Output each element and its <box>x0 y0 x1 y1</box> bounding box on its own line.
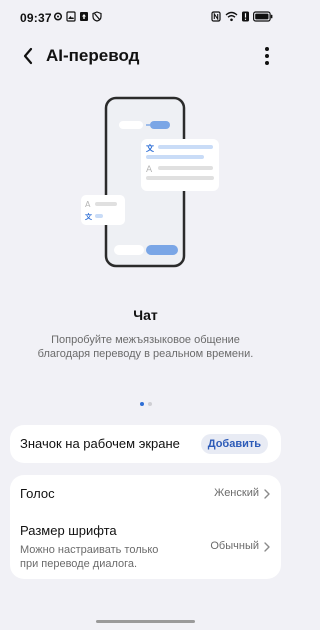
chat-illustration: 文 A A 文 <box>81 96 219 268</box>
voice-label: Голос <box>20 486 55 501</box>
status-bar: 09:37 <box>0 0 291 36</box>
page-dot-active[interactable] <box>139 402 144 406</box>
font-size-sublabel-line1: Можно настраивать только <box>20 544 159 556</box>
alert-icon <box>242 11 249 22</box>
letter-a-icon: A <box>146 165 153 175</box>
chevron-right-icon <box>264 489 270 499</box>
letter-a-small-icon: A <box>85 200 91 209</box>
top-app-bar: AI-перевод <box>0 36 291 76</box>
back-arrow-icon <box>23 47 33 65</box>
shield-icon <box>92 11 102 22</box>
home-screen-shortcut-card: Значок на рабочем экране Добавить <box>10 425 281 463</box>
font-size-sublabel-line2: при переводе диалога. <box>20 558 138 570</box>
battery-icon <box>253 11 273 22</box>
font-size-setting-row[interactable]: Размер шрифта Можно настраивать только п… <box>10 513 281 579</box>
status-right-icons <box>211 11 273 22</box>
feature-title: Чат <box>133 307 158 323</box>
voice-setting-row[interactable]: Голос Женский <box>10 475 281 513</box>
status-time: 09:37 <box>20 11 52 25</box>
font-size-label: Размер шрифта <box>20 523 117 538</box>
app-screen: 09:37 AI-перевод 文 A A 文 Чат Попробуйте … <box>0 0 291 630</box>
page-indicator[interactable] <box>0 402 291 406</box>
translate-glyph-small-icon: 文 <box>85 212 93 221</box>
more-options-button[interactable] <box>257 44 277 68</box>
image-icon <box>66 11 76 22</box>
feature-description: Попробуйте межъязыковое общение благодар… <box>37 334 254 360</box>
more-vert-icon <box>265 47 269 65</box>
chevron-right-icon <box>264 542 270 552</box>
wifi-icon <box>225 11 238 22</box>
status-left-icons <box>53 11 102 22</box>
shortcut-label: Значок на рабочем экране <box>20 436 180 451</box>
page-title: AI-перевод <box>46 46 140 65</box>
font-size-value: Обычный <box>210 540 259 552</box>
add-shortcut-button[interactable]: Добавить <box>200 434 268 454</box>
upload-icon <box>80 12 88 21</box>
page-dot[interactable] <box>147 402 152 406</box>
voice-value: Женский <box>214 487 259 499</box>
nfc-icon <box>211 11 221 22</box>
translate-glyph-icon: 文 <box>146 143 155 153</box>
settings-card: Голос Женский Размер шрифта Можно настра… <box>10 475 281 579</box>
gear-icon <box>53 12 63 21</box>
home-indicator[interactable] <box>96 620 195 623</box>
back-button[interactable] <box>17 45 39 67</box>
